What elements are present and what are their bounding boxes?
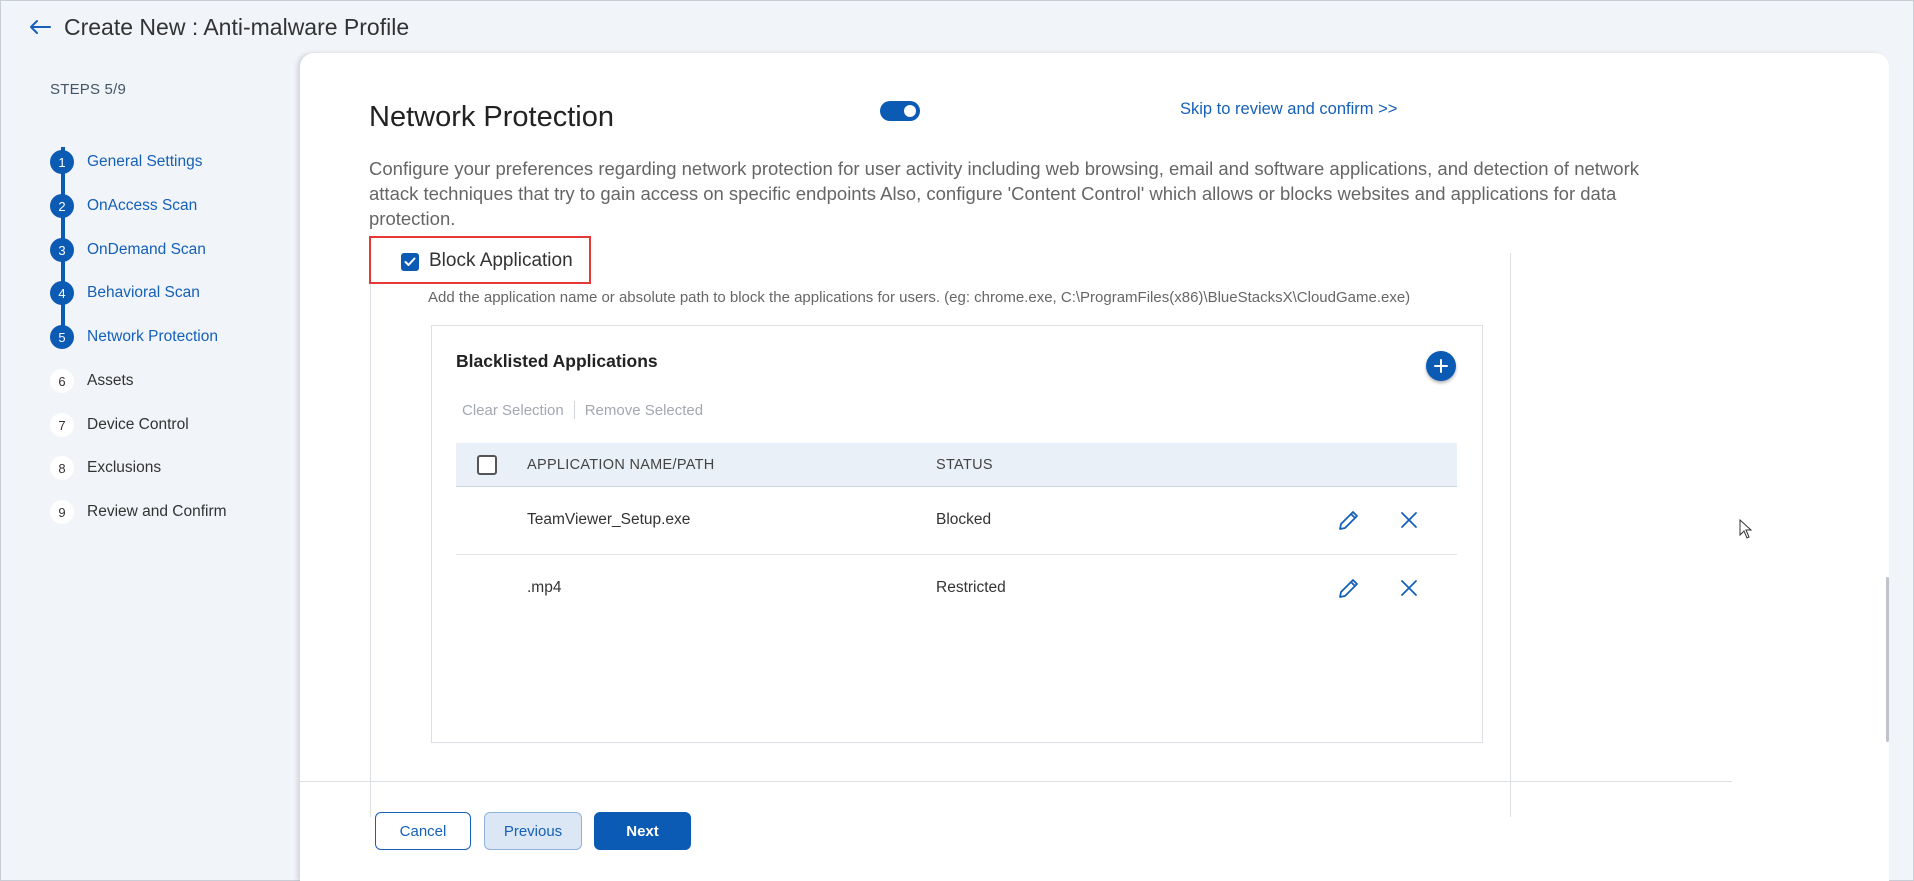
step-onaccess-scan[interactable]: 2 OnAccess Scan [50, 193, 197, 219]
table-row: TeamViewer_Setup.exe Blocked [456, 487, 1457, 555]
applications-table: APPLICATION NAME/PATH STATUS TeamViewer_… [456, 443, 1457, 623]
step-number: 1 [50, 150, 74, 174]
step-number: 7 [50, 413, 74, 437]
card-title: Blacklisted Applications [456, 351, 658, 371]
step-label: Behavioral Scan [87, 284, 200, 301]
pencil-icon[interactable] [1336, 575, 1362, 601]
step-label: Assets [87, 372, 134, 389]
toggle-knob [904, 105, 916, 117]
cancel-button[interactable]: Cancel [375, 812, 471, 850]
pencil-icon[interactable] [1336, 507, 1362, 533]
block-application-checkbox[interactable] [401, 253, 419, 271]
previous-button[interactable]: Previous [484, 812, 582, 850]
step-general-settings[interactable]: 1 General Settings [50, 149, 202, 175]
step-number: 3 [50, 238, 74, 262]
section-description: Configure your preferences regarding net… [369, 158, 1639, 229]
actions-separator [573, 401, 575, 419]
steps-progress-label: STEPS 5/9 [50, 81, 127, 98]
vertical-scrollbar[interactable] [1886, 577, 1889, 742]
network-protection-toggle[interactable] [880, 101, 920, 121]
step-number: 2 [50, 194, 74, 218]
block-application-helper-text: Add the application name or absolute pat… [428, 289, 1411, 306]
step-network-protection[interactable]: 5 Network Protection [50, 324, 218, 350]
step-ondemand-scan[interactable]: 3 OnDemand Scan [50, 237, 206, 263]
block-application-highlight: Block Application [369, 236, 591, 284]
step-behavioral-scan[interactable]: 4 Behavioral Scan [50, 280, 200, 306]
step-label: Network Protection [87, 328, 218, 345]
table-header: APPLICATION NAME/PATH STATUS [456, 443, 1457, 487]
status-cell: Blocked [936, 511, 992, 528]
step-number: 6 [50, 369, 74, 393]
status-cell: Restricted [936, 579, 1006, 596]
step-number: 5 [50, 325, 74, 349]
content-divider-right [1510, 253, 1511, 817]
table-row: .mp4 Restricted [456, 555, 1457, 623]
step-label: OnAccess Scan [87, 197, 198, 214]
steps-sidebar: STEPS 5/9 1 General Settings 2 OnAccess … [0, 53, 300, 881]
step-review-and-confirm[interactable]: 9 Review and Confirm [50, 499, 227, 525]
block-application-label: Block Application [429, 250, 573, 271]
step-number: 8 [50, 456, 74, 480]
select-all-checkbox[interactable] [477, 455, 497, 475]
step-assets[interactable]: 6 Assets [50, 368, 134, 394]
checkmark-icon [404, 257, 416, 266]
plus-icon [1434, 359, 1448, 373]
close-icon[interactable] [1397, 576, 1421, 600]
step-device-control[interactable]: 7 Device Control [50, 412, 189, 438]
blacklisted-applications-card: Blacklisted Applications Clear Selection… [431, 325, 1483, 743]
skip-to-review-link[interactable]: Skip to review and confirm >> [1180, 100, 1397, 119]
next-button[interactable]: Next [594, 812, 691, 850]
column-header-name: APPLICATION NAME/PATH [527, 457, 715, 473]
step-label: OnDemand Scan [87, 241, 206, 258]
close-icon[interactable] [1397, 508, 1421, 532]
step-label: Exclusions [87, 459, 162, 476]
step-label: Device Control [87, 416, 189, 433]
remove-selected-button[interactable]: Remove Selected [585, 402, 703, 419]
step-number: 9 [50, 500, 74, 524]
step-label: General Settings [87, 153, 203, 170]
application-name-cell: .mp4 [527, 579, 562, 596]
step-label: Review and Confirm [87, 503, 227, 520]
page-header: Create New : Anti-malware Profile [28, 10, 409, 44]
add-application-button[interactable] [1426, 351, 1456, 381]
bulk-actions: Clear Selection Remove Selected [462, 401, 703, 419]
footer-divider [300, 781, 1732, 782]
mouse-cursor-icon [1739, 518, 1753, 539]
main-panel: Network Protection Skip to review and co… [300, 53, 1889, 881]
application-name-cell: TeamViewer_Setup.exe [527, 511, 691, 528]
content-divider-left [370, 284, 371, 817]
step-exclusions[interactable]: 8 Exclusions [50, 455, 161, 481]
step-number: 4 [50, 281, 74, 305]
column-header-status: STATUS [936, 457, 993, 473]
clear-selection-button[interactable]: Clear Selection [462, 402, 564, 419]
arrow-left-icon[interactable] [28, 15, 56, 39]
section-title: Network Protection [369, 101, 614, 133]
page-title: Create New : Anti-malware Profile [64, 13, 410, 40]
